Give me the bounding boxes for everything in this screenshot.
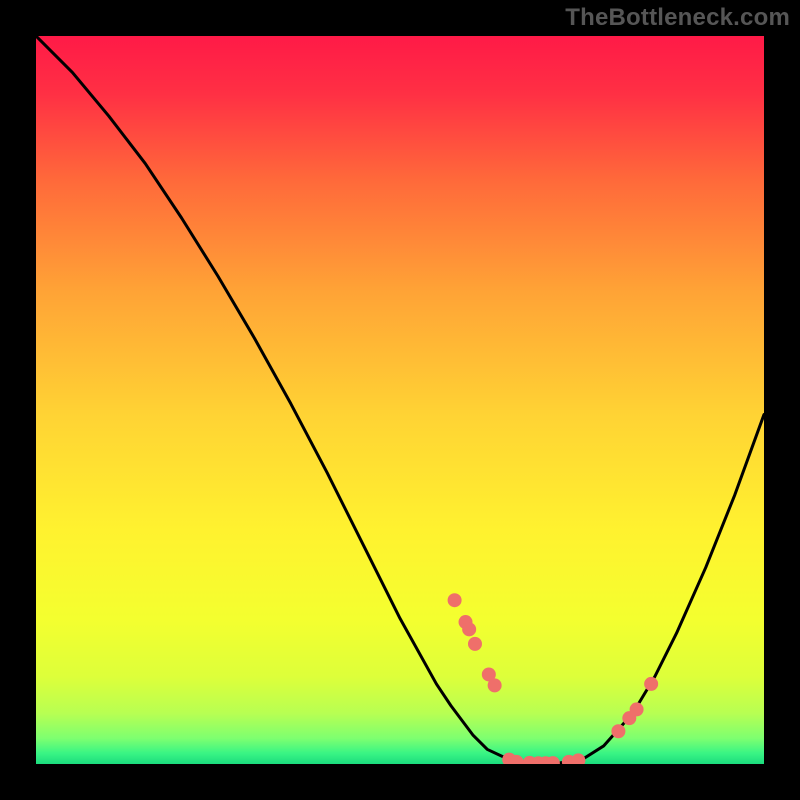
marker-dot xyxy=(448,593,462,607)
marker-dot xyxy=(462,622,476,636)
marker-dot xyxy=(468,637,482,651)
marker-dot xyxy=(488,678,502,692)
marker-dot xyxy=(644,677,658,691)
marker-dot xyxy=(630,702,644,716)
marker-dot xyxy=(611,724,625,738)
chart-background xyxy=(36,36,764,764)
plot-area xyxy=(36,36,764,764)
chart-frame: TheBottleneck.com xyxy=(0,0,800,800)
chart-svg xyxy=(36,36,764,764)
watermark-text: TheBottleneck.com xyxy=(565,4,790,32)
